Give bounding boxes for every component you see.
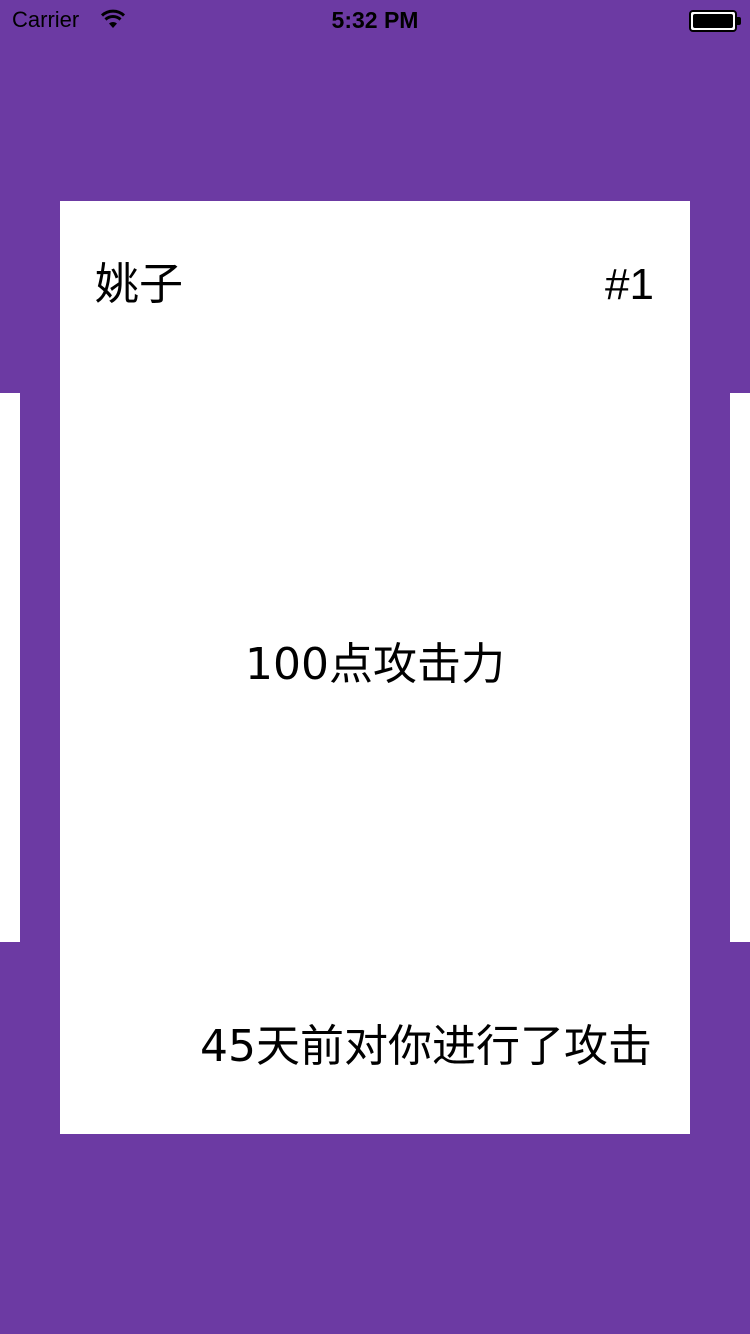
- card-attack-time: 45天前对你进行了攻击: [200, 1021, 652, 1072]
- card-attacker-name: 姚子: [95, 259, 183, 310]
- attack-card[interactable]: 姚子 #1 100点攻击力 45天前对你进行了攻击: [60, 201, 690, 1134]
- status-bar: Carrier 5:32 PM: [0, 0, 750, 40]
- battery-full-icon: [689, 10, 741, 32]
- card-index: #1: [605, 260, 654, 309]
- next-card[interactable]: [730, 393, 750, 942]
- status-time: 5:32 PM: [331, 7, 419, 33]
- card-attack-power: 100点攻击力: [245, 639, 505, 690]
- previous-card[interactable]: [0, 393, 20, 942]
